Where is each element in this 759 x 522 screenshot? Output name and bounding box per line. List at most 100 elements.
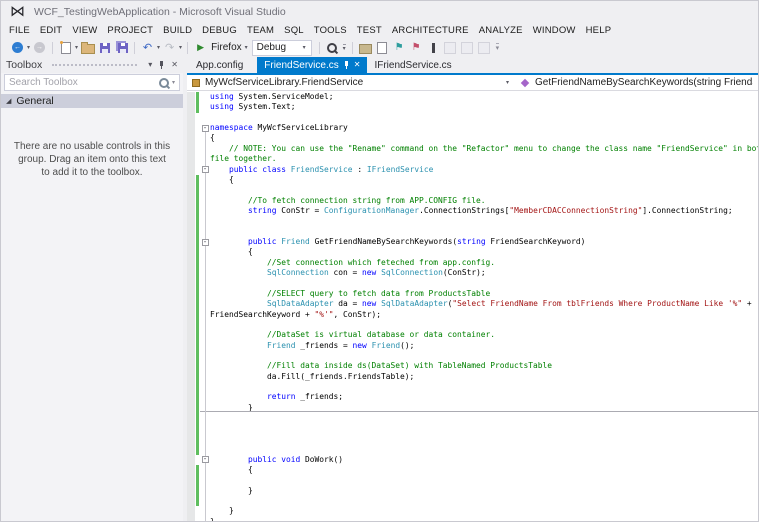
code-line[interactable]: } — [187, 506, 758, 516]
code-line[interactable] — [187, 434, 758, 444]
code-line[interactable]: //SELECT query to fetch data from Produc… — [187, 289, 758, 299]
breakpoint-margin[interactable] — [187, 196, 195, 206]
breakpoint-margin[interactable] — [187, 392, 195, 402]
breakpoint-margin[interactable] — [187, 216, 195, 226]
breakpoint-margin[interactable] — [187, 185, 195, 195]
drag-grip[interactable] — [52, 64, 137, 66]
new-file-button[interactable] — [58, 40, 73, 55]
menu-test[interactable]: TEST — [352, 24, 387, 37]
breakpoint-margin[interactable] — [187, 289, 195, 299]
undo-caret[interactable]: ▾ — [157, 45, 160, 51]
menu-edit[interactable]: EDIT — [35, 24, 67, 37]
navigate-backward-button[interactable]: ← — [10, 40, 25, 55]
code-line[interactable]: // NOTE: You can use the "Rename" comman… — [187, 144, 758, 154]
breakpoint-margin[interactable] — [187, 496, 195, 506]
collapse-region-toggle[interactable]: - — [202, 239, 209, 246]
start-debugging-button[interactable]: ▶ — [193, 40, 208, 55]
breakpoint-margin[interactable] — [187, 413, 195, 423]
breakpoint-margin[interactable] — [187, 123, 195, 133]
menu-file[interactable]: FILE — [4, 24, 35, 37]
breakpoint-margin[interactable] — [187, 382, 195, 392]
menu-project[interactable]: PROJECT — [102, 24, 158, 37]
close-icon[interactable]: ✕ — [354, 61, 361, 69]
menu-help[interactable]: HELP — [581, 24, 617, 37]
code-line[interactable] — [187, 320, 758, 330]
code-line[interactable]: //DataSet is virtual database or data co… — [187, 330, 758, 340]
breakpoint-margin[interactable] — [187, 341, 195, 351]
tab-friendservice-cs[interactable]: FriendService.cs✕ — [257, 57, 367, 73]
navigate-backward-caret[interactable]: ▾ — [27, 45, 30, 51]
breakpoint-margin[interactable] — [187, 403, 195, 413]
code-line[interactable]: { — [187, 133, 758, 143]
collapse-region-toggle[interactable]: - — [202, 166, 209, 173]
breakpoint-margin[interactable] — [187, 278, 195, 288]
save-all-button[interactable] — [114, 40, 129, 55]
undo-button[interactable]: ↶ — [140, 40, 155, 55]
code-line[interactable]: Friend _friends = new Friend(); — [187, 341, 758, 351]
breakpoint-margin[interactable] — [187, 92, 195, 102]
menu-window[interactable]: WINDOW — [528, 24, 581, 37]
open-file-button[interactable] — [80, 40, 95, 55]
breakpoint-margin[interactable] — [187, 361, 195, 371]
collapse-region-toggle[interactable]: - — [202, 125, 209, 132]
breakpoint-margin[interactable] — [187, 268, 195, 278]
solution-configuration-combo[interactable]: Debug ▾ — [252, 40, 312, 56]
code-line[interactable] — [187, 496, 758, 506]
types-dropdown[interactable]: MyWcfServiceLibrary.FriendService ▾ — [187, 75, 515, 90]
code-line[interactable]: { — [187, 247, 758, 257]
code-line[interactable]: SqlConnection con = new SqlConnection(Co… — [187, 268, 758, 278]
browse-target-label[interactable]: Firefox — [211, 42, 242, 53]
breakpoint-margin[interactable] — [187, 247, 195, 257]
menu-architecture[interactable]: ARCHITECTURE — [387, 24, 474, 37]
code-line[interactable]: - public Friend GetFriendNameBySearchKey… — [187, 237, 758, 247]
toolbox-search-input[interactable] — [9, 77, 159, 88]
breakpoint-margin[interactable] — [187, 455, 195, 465]
breakpoint-margin[interactable] — [187, 486, 195, 496]
menu-tools[interactable]: TOOLS — [309, 24, 352, 37]
breakpoint-margin[interactable] — [187, 351, 195, 361]
breakpoint-margin[interactable] — [187, 165, 195, 175]
bookmark-flag-icon[interactable]: ⚑ — [392, 40, 407, 55]
breakpoint-margin[interactable] — [187, 206, 195, 216]
code-line[interactable]: - public class FriendService : IFriendSe… — [187, 165, 758, 175]
code-line[interactable]: { — [187, 465, 758, 475]
code-line[interactable] — [187, 278, 758, 288]
find-button[interactable] — [325, 40, 340, 55]
save-button[interactable] — [97, 40, 112, 55]
breakpoint-margin[interactable] — [187, 320, 195, 330]
redo-button[interactable]: ↷ — [162, 40, 177, 55]
breakpoint-margin[interactable] — [187, 310, 195, 320]
menu-team[interactable]: TEAM — [242, 24, 279, 37]
code-line[interactable]: } — [187, 486, 758, 496]
breakpoint-margin[interactable] — [187, 517, 195, 521]
breakpoint-margin[interactable] — [187, 227, 195, 237]
code-line[interactable] — [187, 444, 758, 454]
code-line[interactable]: -namespace MyWcfServiceLibrary — [187, 123, 758, 133]
code-line[interactable]: } — [187, 403, 758, 413]
code-line[interactable]: //To fetch connection string from APP.CO… — [187, 196, 758, 206]
code-line[interactable]: { — [187, 175, 758, 185]
code-line[interactable] — [187, 216, 758, 226]
breakpoint-margin[interactable] — [187, 175, 195, 185]
code-line[interactable]: file together. — [187, 154, 758, 164]
collapse-region-toggle[interactable]: - — [202, 456, 209, 463]
menu-view[interactable]: VIEW — [67, 24, 102, 37]
close-icon[interactable]: ✕ — [171, 61, 178, 69]
code-line[interactable] — [187, 382, 758, 392]
code-line[interactable] — [187, 475, 758, 485]
breakpoint-margin[interactable] — [187, 444, 195, 454]
code-line[interactable]: using System.Text; — [187, 102, 758, 112]
toolbar-overflow-caret[interactable]: ▾ — [496, 43, 500, 52]
tab-ifriendservice-cs[interactable]: IFriendService.cs — [367, 57, 458, 73]
breakpoint-margin[interactable] — [187, 372, 195, 382]
toolbox-group-general[interactable]: ◢ General — [1, 94, 183, 108]
breakpoint-margin[interactable] — [187, 237, 195, 247]
code-line[interactable] — [187, 113, 758, 123]
breakpoint-margin[interactable] — [187, 299, 195, 309]
code-line[interactable] — [187, 227, 758, 237]
search-options-caret[interactable]: ▾ — [172, 79, 175, 86]
code-line[interactable]: return _friends; — [187, 392, 758, 402]
breakpoint-margin[interactable] — [187, 133, 195, 143]
breakpoint-margin[interactable] — [187, 102, 195, 112]
code-line[interactable] — [187, 351, 758, 361]
